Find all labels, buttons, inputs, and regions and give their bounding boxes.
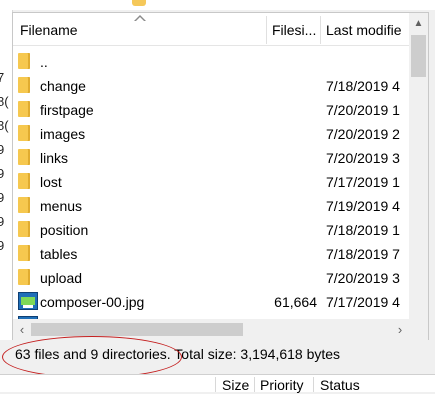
file-name: firstpage [40, 102, 94, 118]
list-item[interactable]: upload 7/20/2019 3 [13, 265, 409, 289]
folder-icon [18, 269, 30, 285]
directory-tree-edge [12, 0, 435, 10]
file-modified: 7/20/2019 2 [326, 126, 400, 142]
folder-icon [18, 101, 30, 117]
file-modified: 7/20/2019 3 [326, 150, 400, 166]
column-divider[interactable] [313, 377, 314, 392]
scroll-left-icon[interactable]: ‹ [13, 319, 31, 340]
file-modified: 7/18/2019 4 [326, 78, 400, 94]
column-divider[interactable] [254, 377, 255, 392]
remote-file-list[interactable]: Filename Filesi... Last modifie .. chang… [12, 12, 429, 341]
vertical-scroll-thumb[interactable] [411, 35, 426, 77]
list-item[interactable]: composer-00.jpg 61,664 7/17/2019 4 [13, 289, 409, 313]
column-header-filename[interactable]: Filename [20, 13, 265, 45]
folder-icon [18, 173, 30, 189]
list-item[interactable]: menus 7/19/2019 4 [13, 193, 409, 217]
folder-icon [18, 245, 30, 261]
file-name: position [40, 222, 89, 238]
folder-icon [18, 77, 30, 93]
file-modified: 7/17/2019 4 [326, 294, 400, 310]
local-pane-text-fragment: 8( [0, 118, 9, 133]
local-pane-text-fragment: 9 [0, 166, 4, 181]
list-item[interactable]: images 7/20/2019 2 [13, 121, 409, 145]
column-header-status[interactable]: Status [320, 377, 360, 394]
vertical-scrollbar[interactable]: ▲ [409, 13, 428, 320]
file-name: composer-00.jpg [40, 294, 145, 310]
folder-icon [18, 125, 30, 141]
folder-icon [18, 197, 30, 213]
column-divider[interactable] [266, 16, 267, 44]
scrollbar-corner [409, 319, 428, 340]
file-modified: 7/20/2019 1 [326, 102, 400, 118]
file-name: menus [40, 198, 83, 214]
file-name: change [40, 78, 86, 94]
image-file-icon [18, 292, 38, 310]
local-pane-text-fragment: 9 [0, 142, 4, 157]
column-divider[interactable] [215, 377, 216, 392]
column-header-priority[interactable]: Priority [260, 377, 304, 394]
file-name: lost [40, 174, 62, 190]
file-size: 61,664 [274, 294, 317, 310]
transfer-queue-header: Size Priority Status [0, 374, 435, 394]
horizontal-scroll-thumb[interactable] [31, 323, 243, 336]
scroll-right-icon[interactable]: › [391, 319, 409, 340]
list-item[interactable]: firstpage 7/20/2019 1 [13, 97, 409, 121]
local-pane-text-fragment: 9 [0, 238, 4, 253]
list-item[interactable]: tables 7/18/2019 7 [13, 241, 409, 265]
file-name: links [40, 150, 69, 166]
list-item[interactable]: position 7/18/2019 1 [13, 217, 409, 241]
folder-icon [18, 149, 30, 165]
folder-icon [132, 0, 146, 6]
file-list-header: Filename Filesi... Last modifie [13, 13, 409, 46]
file-name: upload [40, 270, 83, 286]
local-pane-text-fragment: 8( [0, 94, 9, 109]
list-item[interactable]: change 7/18/2019 4 [13, 73, 409, 97]
column-divider[interactable] [320, 16, 321, 44]
file-name: images [40, 126, 86, 142]
column-header-size[interactable]: Size [222, 377, 249, 394]
local-pane-text-fragment: 9 [0, 214, 4, 229]
file-modified: 7/19/2019 4 [326, 198, 400, 214]
file-modified: 7/18/2019 7 [326, 246, 400, 262]
local-pane-text-fragment: 7 [0, 70, 4, 85]
local-pane-text-fragment: 9 [0, 190, 4, 205]
list-item[interactable]: links 7/20/2019 3 [13, 145, 409, 169]
highlight-annotation-ellipse [2, 336, 182, 378]
list-item[interactable]: lost 7/17/2019 1 [13, 169, 409, 193]
folder-icon [18, 53, 30, 69]
file-name: tables [40, 246, 78, 262]
folder-icon [18, 221, 30, 237]
file-modified: 7/17/2019 1 [326, 174, 400, 190]
column-header-filesize[interactable]: Filesi... [272, 13, 322, 45]
file-modified: 7/18/2019 1 [326, 222, 400, 238]
scroll-up-icon[interactable]: ▲ [409, 13, 428, 33]
file-modified: 7/20/2019 3 [326, 270, 400, 286]
column-header-last-modified[interactable]: Last modifie [326, 13, 409, 45]
list-item-parent-directory[interactable]: .. [13, 49, 409, 73]
file-name: .. [40, 54, 48, 70]
